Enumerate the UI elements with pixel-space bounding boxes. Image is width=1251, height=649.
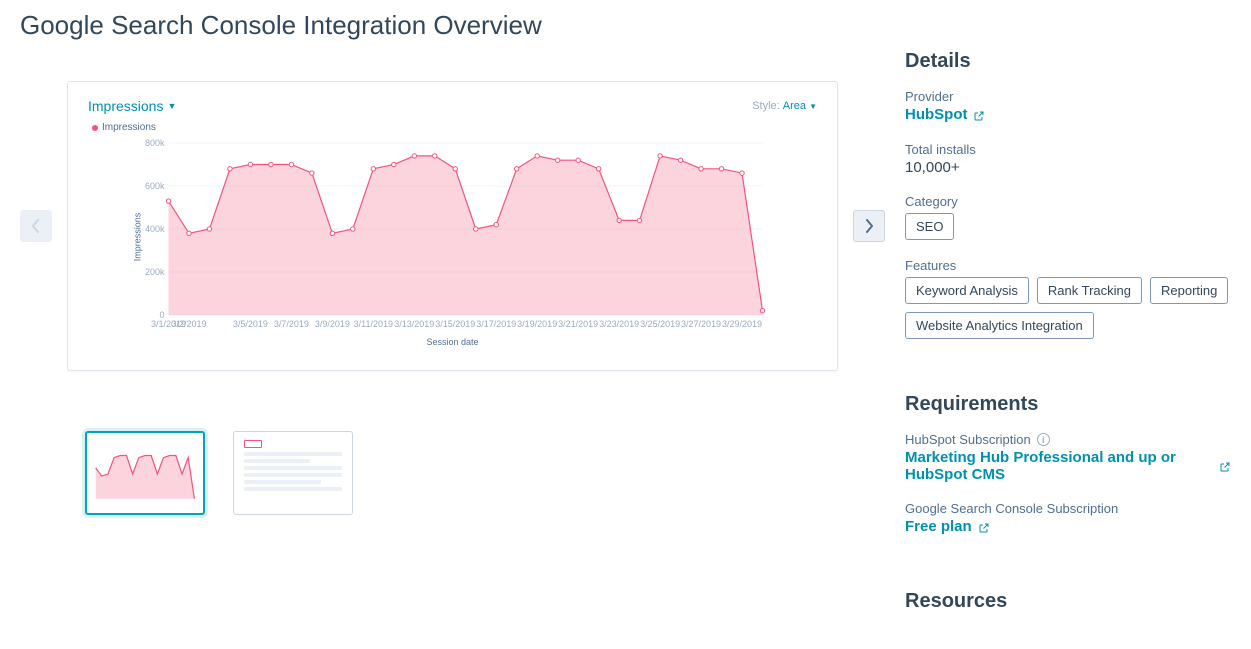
hubspot-sub-link[interactable]: Marketing Hub Professional and up or Hub… (905, 449, 1231, 483)
svg-text:800k: 800k (145, 138, 165, 148)
features-tags: Keyword Analysis Rank Tracking Reporting We… (905, 277, 1231, 339)
area-chart: 0200k400k600k800k 3/1/20193/2/20193/5/20… (88, 137, 817, 347)
hubspot-sub-label: HubSpot Subscription i (905, 432, 1231, 447)
carousel-next-button[interactable] (853, 210, 885, 242)
style-dropdown[interactable]: Style: Area ▼ (752, 100, 817, 112)
metric-dropdown-label: Impressions (88, 98, 163, 114)
svg-text:3/23/2019: 3/23/2019 (599, 319, 639, 329)
svg-text:Impressions: Impressions (133, 212, 143, 261)
tag[interactable]: Website Analytics Integration (905, 312, 1094, 339)
svg-text:200k: 200k (145, 267, 165, 277)
metric-dropdown[interactable]: Impressions ▼ (88, 98, 176, 114)
svg-text:3/11/2019: 3/11/2019 (354, 319, 393, 329)
svg-text:400k: 400k (145, 224, 165, 234)
style-value: Area (783, 100, 806, 112)
provider-label: Provider (905, 89, 1231, 104)
chevron-right-icon (864, 219, 874, 233)
tag[interactable]: Rank Tracking (1037, 277, 1142, 304)
provider-link[interactable]: HubSpot (905, 106, 985, 123)
caret-down-icon: ▼ (809, 102, 817, 111)
carousel: Impressions ▼ Style: Area ▼ Impressions (20, 81, 885, 371)
thumbnail-2[interactable] (233, 431, 353, 515)
svg-text:3/27/2019: 3/27/2019 (681, 319, 721, 329)
svg-text:3/19/2019: 3/19/2019 (517, 319, 557, 329)
installs-label: Total installs (905, 142, 1231, 157)
installs-value: 10,000+ (905, 159, 1231, 176)
svg-text:3/13/2019: 3/13/2019 (394, 319, 434, 329)
tag[interactable]: Keyword Analysis (905, 277, 1029, 304)
features-label: Features (905, 258, 1231, 273)
legend-label: Impressions (102, 122, 156, 133)
tag[interactable]: Reporting (1150, 277, 1228, 304)
google-sub-value: Free plan (905, 518, 972, 535)
svg-text:3/15/2019: 3/15/2019 (435, 319, 475, 329)
details-heading: Details (905, 50, 1231, 73)
resources-heading: Resources (905, 590, 1231, 613)
chart-legend: Impressions (92, 122, 817, 133)
caret-down-icon: ▼ (167, 101, 176, 111)
svg-text:3/17/2019: 3/17/2019 (476, 319, 516, 329)
chevron-left-icon (31, 219, 41, 233)
svg-text:Session date: Session date (426, 337, 478, 347)
hubspot-sub-value: Marketing Hub Professional and up or Hub… (905, 449, 1213, 483)
category-label: Category (905, 194, 1231, 209)
thumbnail-1[interactable] (85, 431, 205, 515)
svg-text:3/29/2019: 3/29/2019 (722, 319, 762, 329)
category-tags: SEO (905, 213, 1231, 240)
external-link-icon (1219, 460, 1231, 472)
info-icon[interactable]: i (1037, 433, 1050, 446)
external-link-icon (973, 109, 985, 121)
svg-text:3/9/2019: 3/9/2019 (315, 319, 350, 329)
chart-card: Impressions ▼ Style: Area ▼ Impressions (67, 81, 838, 371)
style-label: Style: (752, 100, 780, 112)
svg-text:600k: 600k (145, 181, 165, 191)
svg-text:3/21/2019: 3/21/2019 (558, 319, 598, 329)
svg-text:3/2/2019: 3/2/2019 (171, 319, 206, 329)
svg-text:3/7/2019: 3/7/2019 (274, 319, 309, 329)
tag[interactable]: SEO (905, 213, 954, 240)
external-link-icon (978, 521, 990, 533)
google-sub-label: Google Search Console Subscription (905, 501, 1231, 516)
provider-value: HubSpot (905, 106, 967, 123)
carousel-prev-button (20, 210, 52, 242)
svg-text:3/25/2019: 3/25/2019 (640, 319, 680, 329)
thumbnail-strip (85, 431, 885, 515)
google-sub-link[interactable]: Free plan (905, 518, 990, 535)
legend-dot-icon (92, 125, 98, 131)
page-title: Google Search Console Integration Overvi… (20, 10, 885, 41)
requirements-heading: Requirements (905, 393, 1231, 416)
svg-text:3/5/2019: 3/5/2019 (233, 319, 268, 329)
